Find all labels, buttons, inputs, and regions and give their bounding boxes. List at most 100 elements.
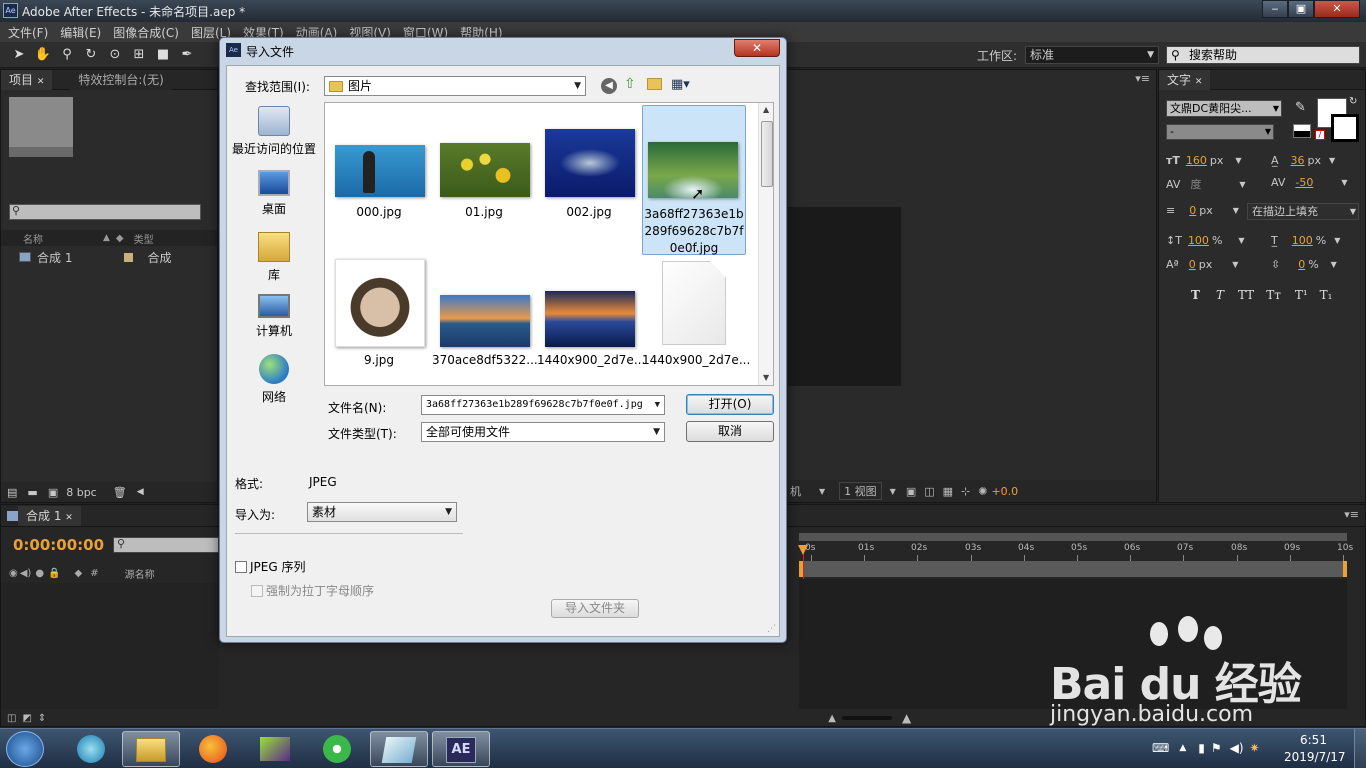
workspace-select[interactable]: 标准 ▼ (1025, 46, 1159, 64)
list-item[interactable]: 合成 1 合成 (1, 248, 217, 266)
chevron-down-icon[interactable]: ▼ (1341, 178, 1347, 187)
file-item[interactable]: 9.jpg (327, 255, 431, 385)
file-item[interactable]: 1440x900_2d7e... (537, 255, 645, 385)
column-source-name[interactable]: 源名称 (125, 566, 155, 581)
column-name[interactable]: 名称 (23, 231, 43, 246)
font-style-select[interactable]: - ▼ (1166, 124, 1274, 140)
file-item[interactable]: 01.jpg (432, 105, 536, 255)
file-list-scrollbar[interactable]: ▲ ▼ (758, 103, 773, 385)
rotate-tool-icon[interactable]: ↻ (82, 46, 100, 64)
chevron-down-icon[interactable]: ▼ (1331, 260, 1337, 269)
faux-bold-button[interactable]: T (1191, 288, 1200, 302)
taskbar-explorer[interactable] (122, 731, 180, 767)
camera-select[interactable]: 机 (790, 483, 801, 499)
device-icon[interactable]: ▮ (1198, 741, 1205, 755)
eyedropper-icon[interactable]: ✎ (1295, 100, 1306, 115)
taskbar-app[interactable] (370, 731, 428, 767)
leading-value[interactable]: 36 (1291, 154, 1305, 167)
chevron-down-icon[interactable]: ▼ (1334, 236, 1340, 245)
file-item[interactable]: 000.jpg (327, 105, 431, 255)
toggle-modes-icon[interactable]: ◩ (22, 713, 31, 724)
close-button[interactable]: ✕ (1314, 0, 1360, 18)
zoom-tool-icon[interactable]: ⚲ (58, 46, 76, 64)
tab-effect-controls[interactable]: 特效控制台:(无) (70, 69, 172, 90)
place-recent[interactable]: 最近访问的位置 (229, 106, 319, 157)
scroll-left-icon[interactable]: ◀ (137, 487, 144, 497)
zoom-in-icon[interactable]: ▲ (902, 711, 911, 725)
keyboard-icon[interactable]: ⌨ (1152, 741, 1169, 755)
taskbar-media-player[interactable] (62, 731, 120, 767)
close-icon[interactable]: ✕ (65, 513, 73, 523)
lock-icon[interactable]: 🔒 (48, 568, 60, 579)
new-folder-icon[interactable] (647, 78, 662, 90)
kerning-value[interactable]: 度 (1190, 176, 1201, 192)
tab-character[interactable]: 文字 ✕ (1159, 69, 1211, 90)
chevron-down-icon[interactable]: ▼ (1235, 156, 1241, 165)
time-ruler[interactable]: 0s 01s 02s 03s 04s 05s 06s 07s 08s 09s 10s (799, 543, 1353, 561)
volume-icon[interactable]: ◀) (1230, 741, 1244, 755)
chevron-down-icon[interactable]: ▼ (1329, 156, 1335, 165)
timeline-icon[interactable]: ▦ (943, 485, 953, 498)
pen-tool-icon[interactable]: ✒ (178, 46, 196, 64)
new-composition-icon[interactable]: ▣ (48, 486, 58, 499)
view-menu-icon[interactable]: ▦▾ (671, 77, 690, 92)
filename-input[interactable]: 3a68ff27363e1b289f69628c7b7f0e0f.jpg ▼ (421, 395, 665, 415)
maximize-button[interactable]: ▣ (1288, 0, 1314, 18)
timecode-display[interactable]: 0:00:00:00 (13, 536, 104, 554)
eye-icon[interactable]: ◉ (9, 568, 18, 579)
label-tag-icon[interactable]: ◆ (75, 568, 83, 579)
tray-expand-icon[interactable]: ▲ (1179, 743, 1186, 753)
place-computer[interactable]: 计算机 (229, 294, 319, 339)
chevron-down-icon[interactable]: ▼ (890, 487, 896, 496)
stroke-mode-select[interactable]: 在描边上填充 ▼ (1247, 203, 1359, 220)
layer-area[interactable] (1, 583, 219, 709)
checkbox-box[interactable] (235, 560, 247, 573)
solo-icon[interactable]: ● (35, 568, 44, 579)
search-help-input[interactable]: ⚲ 搜索帮助 (1166, 46, 1360, 64)
tab-timeline-composition[interactable]: 合成 1 ✕ (18, 505, 81, 526)
exposure-value[interactable]: +0.0 (991, 485, 1018, 498)
toggle-pixel-aspect-icon[interactable]: ▣ (906, 485, 916, 498)
open-button[interactable]: 打开(O) (686, 394, 774, 415)
timeline-search-input[interactable]: ⚲ (113, 537, 219, 553)
baseline-shift-value[interactable]: 0 (1189, 258, 1196, 271)
stroke-color-swatch[interactable] (1331, 114, 1359, 142)
menu-composition[interactable]: 图像合成(C) (113, 24, 179, 41)
selection-tool-icon[interactable]: ➤ (10, 46, 28, 64)
time-navigator-bar[interactable] (799, 533, 1347, 541)
chevron-down-icon[interactable]: ▼ (1239, 180, 1245, 189)
jpeg-sequence-checkbox[interactable]: JPEG 序列 (235, 558, 305, 575)
column-type[interactable]: 类型 (134, 231, 154, 246)
scrollbar-thumb[interactable] (761, 121, 773, 187)
pan-behind-tool-icon[interactable]: ⊞ (130, 46, 148, 64)
rectangle-tool-icon[interactable]: ■ (154, 46, 172, 64)
interpret-footage-icon[interactable]: ▤ (7, 486, 17, 499)
font-size-value[interactable]: 160 (1186, 154, 1207, 167)
views-select[interactable]: 1 视图 (839, 482, 882, 500)
scroll-up-icon[interactable]: ▲ (763, 105, 769, 114)
tracking-value[interactable]: -50 (1295, 176, 1313, 189)
chevron-down-icon[interactable]: ▼ (1232, 260, 1238, 269)
subscript-button[interactable]: T₁ (1320, 288, 1333, 302)
chevron-down-icon[interactable]: ▼ (1233, 206, 1239, 215)
scroll-down-icon[interactable]: ▼ (763, 373, 769, 382)
show-desktop-button[interactable] (1354, 729, 1366, 768)
start-button[interactable] (6, 731, 44, 767)
menu-edit[interactable]: 编辑(E) (60, 24, 101, 41)
close-icon[interactable]: ✕ (37, 77, 45, 87)
panel-menu-icon[interactable]: ▾≡ (1344, 508, 1359, 521)
toggle-switches-icon[interactable]: ◫ (7, 713, 16, 724)
trash-icon[interactable]: 🗑 (113, 486, 127, 499)
speaker-icon[interactable]: ◀) (20, 568, 32, 579)
faux-italic-button[interactable]: T (1216, 288, 1224, 302)
resize-grip-icon[interactable]: ⋰ (767, 624, 776, 634)
no-color-icon[interactable]: / (1315, 130, 1325, 140)
chevron-down-icon[interactable]: ▼ (819, 487, 825, 496)
close-icon[interactable]: ✕ (1195, 77, 1203, 87)
network-icon[interactable]: ✷ (1250, 741, 1260, 755)
flowchart-icon[interactable]: ⊹ (961, 485, 970, 498)
file-item[interactable]: 370ace8df5322... (432, 255, 538, 385)
hand-tool-icon[interactable]: ✋ (34, 46, 52, 64)
vertical-scale-value[interactable]: 100 (1188, 234, 1209, 247)
panel-menu-icon[interactable]: ▾≡ (1135, 72, 1150, 85)
